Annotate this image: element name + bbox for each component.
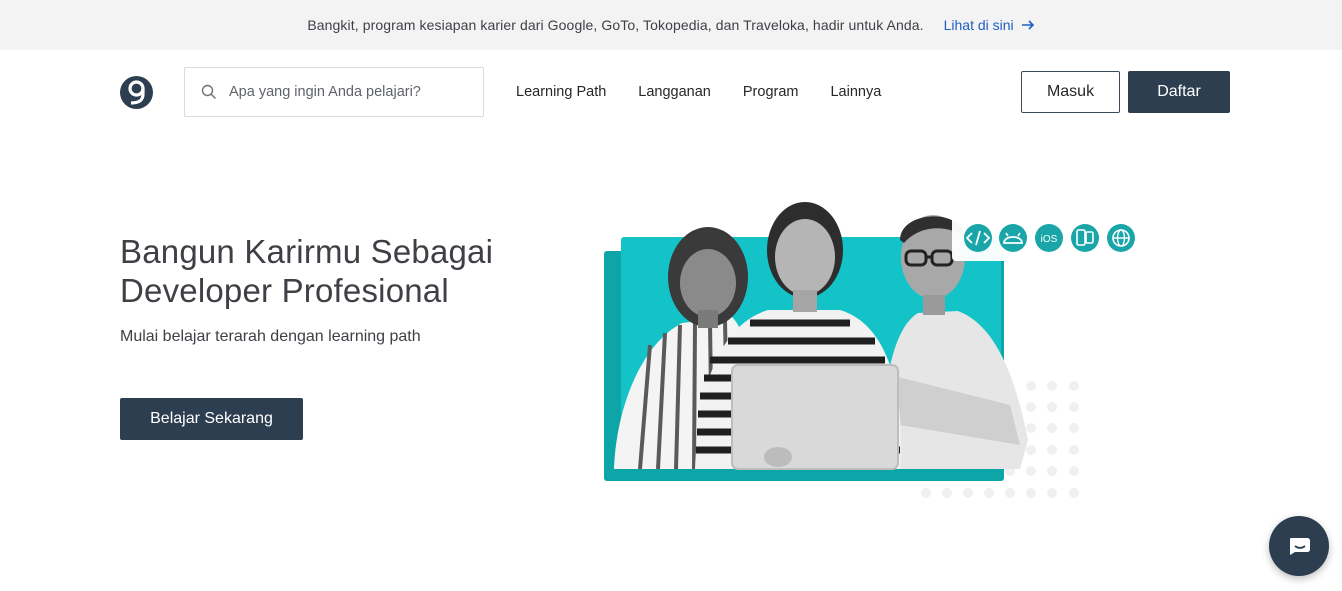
hero-subtitle: Mulai belajar terarah dengan learning pa…: [120, 328, 421, 345]
web-icon: [1107, 224, 1135, 252]
code-icon: [964, 224, 992, 252]
login-button[interactable]: Masuk: [1021, 71, 1120, 113]
hero-title-line1: Bangun Karirmu Sebagai: [120, 233, 494, 270]
announcement-bar: Bangkit, program kesiapan karier dari Go…: [0, 0, 1342, 50]
start-learning-button[interactable]: Belajar Sekarang: [120, 398, 303, 440]
announcement-text: Bangkit, program kesiapan karier dari Go…: [307, 17, 924, 33]
dicoding-logo[interactable]: [120, 76, 153, 109]
ios-badge-text: iOS: [1041, 234, 1058, 245]
nav-item-lainnya[interactable]: Lainnya: [830, 84, 881, 100]
search-icon: [201, 84, 216, 99]
laptop: [732, 365, 898, 469]
nav-item-langganan[interactable]: Langganan: [638, 84, 711, 100]
search-input[interactable]: [227, 83, 467, 101]
ios-icon: iOS: [1035, 224, 1063, 252]
hero-illustration: iOS: [604, 202, 1145, 498]
arrow-right-icon: [1021, 20, 1034, 30]
hero-title: Bangun Karirmu Sebagai Developer Profesi…: [120, 232, 550, 310]
android-icon: [999, 224, 1027, 252]
chat-icon: [1290, 538, 1310, 555]
nav-item-learning-path[interactable]: Learning Path: [516, 84, 606, 100]
nav-item-program[interactable]: Program: [743, 84, 799, 100]
hero-title-line2: Developer Profesional: [120, 272, 449, 309]
announcement-link-label: Lihat di sini: [943, 17, 1014, 33]
chat-button[interactable]: [1269, 516, 1329, 576]
multiplatform-icon: [1071, 224, 1099, 252]
register-button[interactable]: Daftar: [1128, 71, 1230, 113]
main-nav: Learning Path Langganan Program Lainnya: [516, 80, 913, 104]
announcement-link[interactable]: Lihat di sini: [944, 17, 1035, 33]
search-box[interactable]: [184, 67, 484, 117]
